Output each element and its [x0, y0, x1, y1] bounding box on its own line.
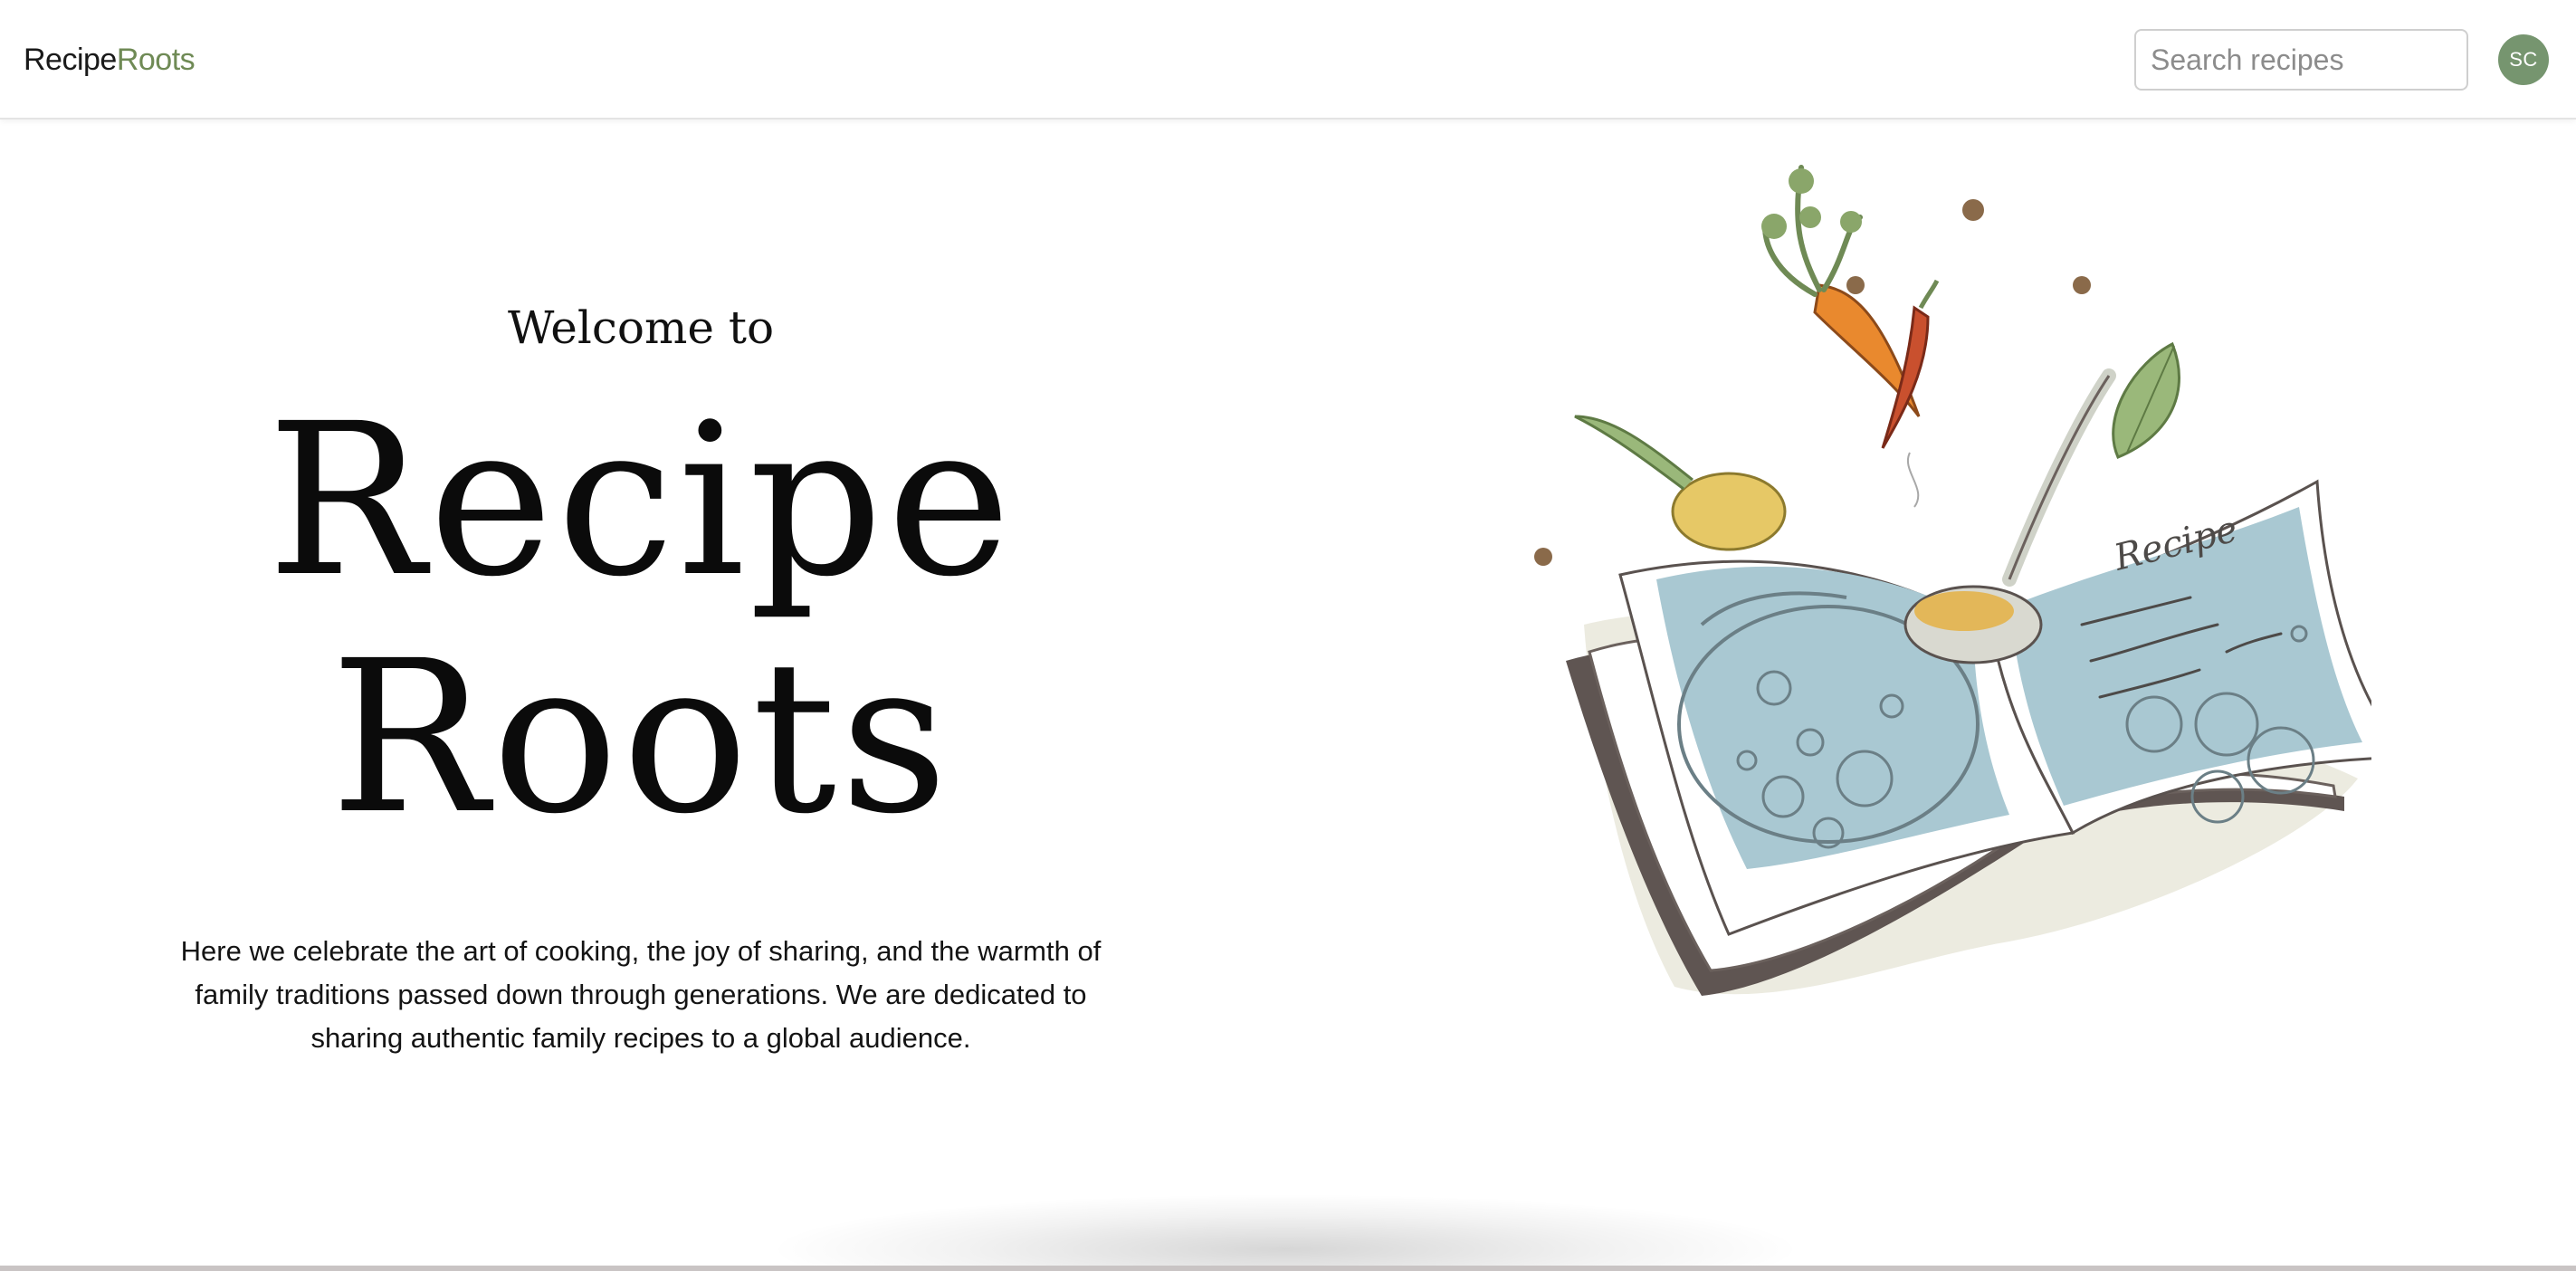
page: RecipeRoots SC Welcome to Recipe Roots H… [0, 0, 2576, 1271]
hero-title-line-2: Roots [329, 616, 952, 860]
leaf-icon [2112, 341, 2180, 459]
search-input[interactable] [2134, 29, 2468, 91]
welcome-heading: Welcome to [507, 301, 775, 354]
hero-section: Welcome to Recipe Roots Here we celebrat… [0, 119, 1282, 1115]
bottom-shadow [778, 1195, 1792, 1271]
site-logo[interactable]: RecipeRoots [24, 40, 196, 80]
open-recipe-book-icon: Recipe [1566, 479, 2411, 996]
logo-text-recipe: Recipe [24, 43, 117, 77]
top-navigation-bar: RecipeRoots SC [0, 0, 2576, 119]
user-avatar[interactable]: SC [2498, 34, 2549, 85]
logo-text-roots: Roots [116, 43, 196, 77]
carrot-icon [1761, 165, 1921, 417]
hero-intro-text: Here we celebrate the art of cooking, th… [180, 935, 1102, 1054]
bottom-edge-divider [0, 1266, 2576, 1271]
peppercorn-icon [1534, 199, 2091, 566]
recipe-book-illustration-svg: Recipe [1534, 165, 2411, 996]
hero-title-line-1: Recipe [267, 378, 1015, 623]
hero-title: Recipe Roots [0, 382, 1282, 856]
recipe-book-illustration: Recipe [1503, 145, 2411, 1032]
onion-icon [1574, 415, 1787, 551]
